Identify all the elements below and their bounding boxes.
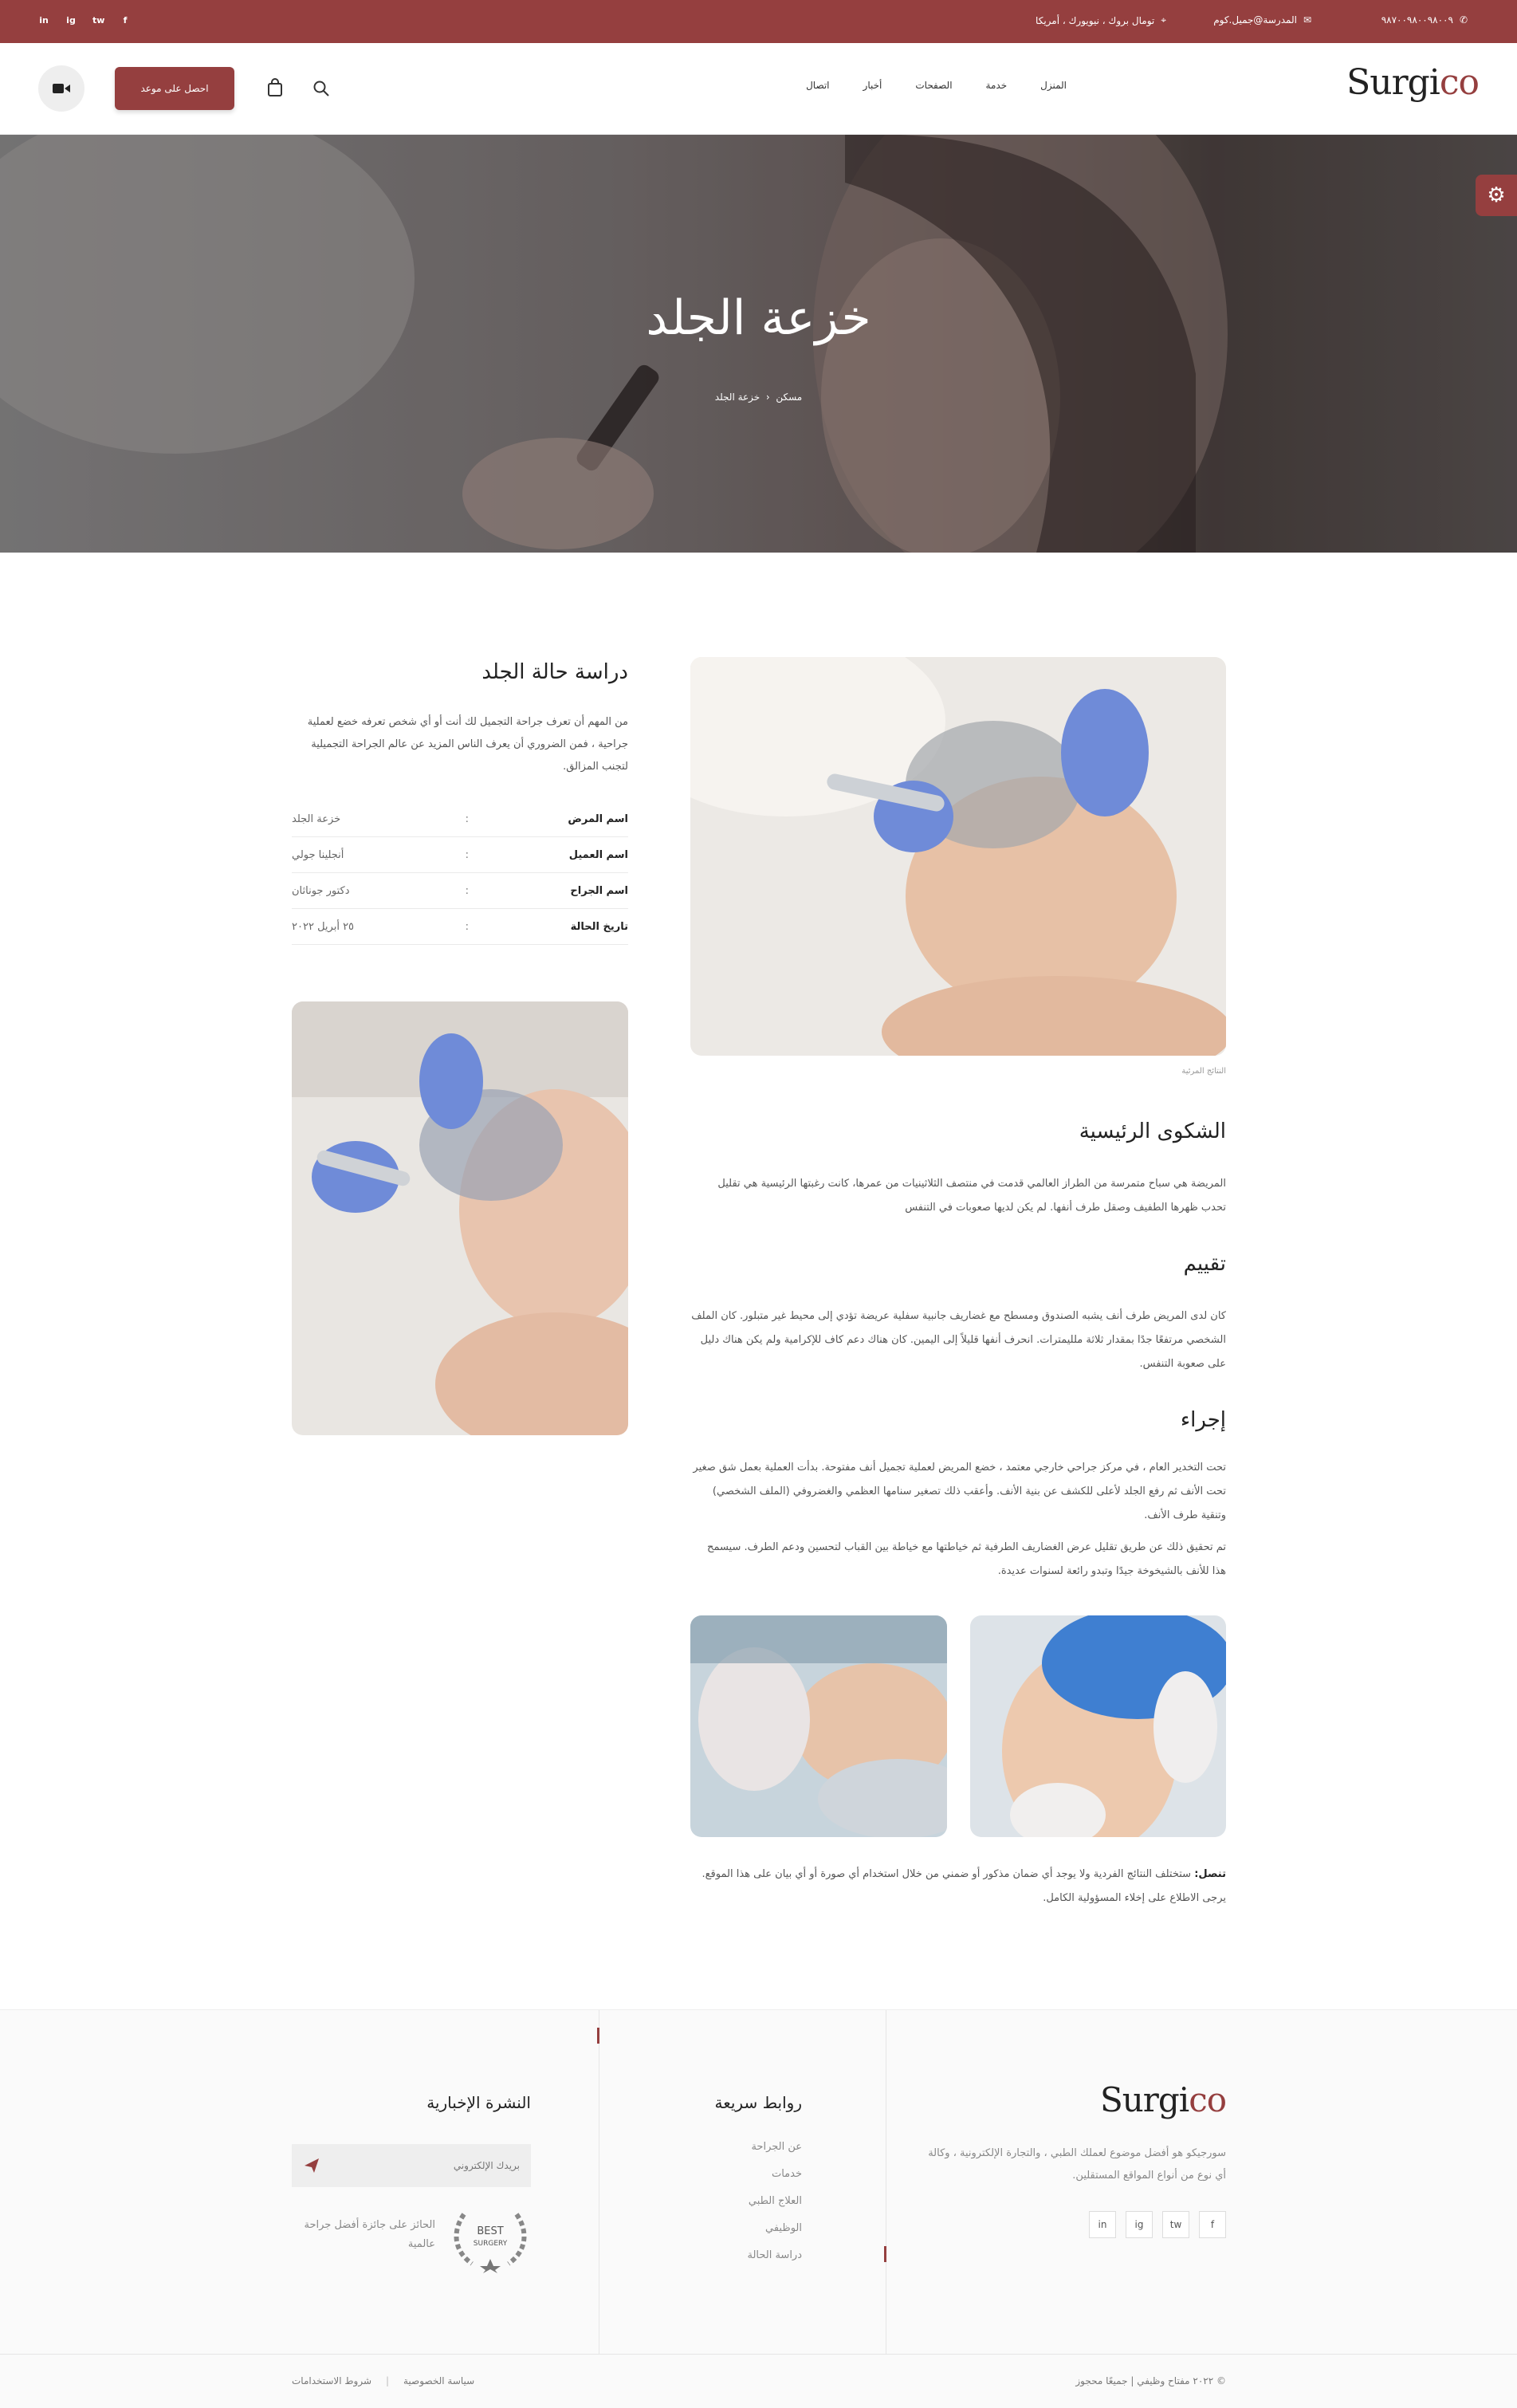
copyright: © ٢٠٢٢ مفتاح وظيفي | جميعًا محجوز [1075, 2375, 1226, 2386]
breadcrumb-current: خزعة الجلد [714, 391, 760, 403]
topbar-email[interactable]: ✉ المدرسة@جميل.كوم [1213, 14, 1311, 26]
topbar-address: ⌖ تومال بروك ، نيويورك ، أمريكا [1036, 14, 1166, 26]
footer-logo[interactable]: Surgico [1100, 2080, 1227, 2119]
footer-links-title: روابط سريعة [714, 2093, 802, 2112]
footer-about: سورجيكو هو أفضل موضوع لعملك الطبي ، والت… [928, 2147, 1226, 2182]
twitter-icon[interactable]: tw [92, 15, 104, 26]
footer-link-careers[interactable]: الوظيفي [765, 2222, 802, 2234]
video-icon [53, 84, 70, 93]
section-text-assessment: كان لدى المريض طرف أنف يشبه الصندوق ومسط… [691, 1310, 1226, 1370]
terms-link[interactable]: شروط الاستخدامات [292, 2375, 371, 2386]
facebook-icon[interactable]: f [1199, 2211, 1226, 2238]
footer-accent-mark [597, 2028, 599, 2044]
hero-banner: خزعة الجلد مسكن ‹ خزعة الجلد ⚙ [0, 135, 1517, 553]
instagram-icon[interactable]: ig [65, 15, 77, 26]
image-caption: النتائج المرئية [1181, 1067, 1226, 1076]
disclaimer-note: تنصل: ستختلف النتائج الفردية ولا يوجد أي… [690, 1863, 1227, 1910]
cart-icon[interactable] [266, 78, 284, 100]
award-badge-title: BEST [477, 2225, 504, 2237]
section-title-complaint: الشكوى الرئيسية [1079, 1119, 1226, 1143]
section-text-procedure: تحت التخدير العام ، في مركز جراحي خارجي … [693, 1462, 1226, 1521]
sidebar-treatment-photo [292, 1001, 628, 1435]
nav-news[interactable]: أخبار [863, 80, 882, 91]
disclaimer-text: ستختلف النتائج الفردية ولا يوجد أي ضمان … [702, 1868, 1227, 1904]
search-icon[interactable] [312, 80, 330, 100]
page-title: خزعة الجلد [646, 290, 871, 346]
get-appointment-button[interactable]: احصل على موعد [115, 67, 234, 110]
settings-tab[interactable]: ⚙ [1476, 175, 1517, 216]
twitter-icon[interactable]: tw [1162, 2211, 1189, 2238]
linkedin-icon[interactable]: in [1089, 2211, 1116, 2238]
separator: | [386, 2375, 390, 2386]
privacy-policy-link[interactable]: سياسة الخصوصية [403, 2375, 474, 2386]
topbar-phone[interactable]: ✆ ٩٨٧٠٠٩٨٠٠٩٨٠٠٩ [1381, 14, 1468, 26]
nav-pages[interactable]: الصفحات [915, 80, 952, 91]
footer-link-treatment[interactable]: العلاج الطبي [749, 2195, 802, 2207]
section-title-procedure: إجراء [1180, 1408, 1226, 1432]
case-study-intro: من المهم أن تعرف جراحة التجميل لك أنت أو… [307, 716, 628, 773]
gear-icon: ⚙ [1487, 183, 1506, 207]
nav-service[interactable]: خدمة [986, 80, 1008, 91]
section-text-procedure-2: تم تحقيق ذلك عن طريق تقليل عرض الغضاريف … [707, 1541, 1226, 1577]
award-text: الحائز على جائزة أفضل جراحة عالمية [304, 2219, 435, 2250]
main-nav: المنزل خدمة الصفحات أخبار اتصال [806, 80, 1067, 91]
video-button[interactable] [38, 65, 84, 112]
site-header: Surgico المنزل خدمة الصفحات أخبار اتصال … [0, 43, 1517, 135]
newsletter-title: النشرة الإخبارية [426, 2093, 531, 2112]
send-icon [305, 2158, 319, 2173]
chevron-left-icon: ‹ [763, 391, 773, 403]
info-row-client: اسم العميل: أنجلينا جولي [292, 838, 628, 873]
site-footer: Surgico سورجيكو هو أفضل موضوع لعملك الطب… [0, 2009, 1517, 2408]
linkedin-icon[interactable]: in [38, 15, 49, 26]
top-bar: ✆ ٩٨٧٠٠٩٨٠٠٩٨٠٠٩ ✉ المدرسة@جميل.كوم ⌖ تو… [0, 0, 1517, 43]
nav-home[interactable]: المنزل [1040, 80, 1067, 91]
footer-bottom-bar: © ٢٠٢٢ مفتاح وظيفي | جميعًا محجوز سياسة … [0, 2354, 1517, 2408]
email-input[interactable] [335, 2144, 526, 2187]
main-treatment-photo [690, 657, 1226, 1056]
section-text-complaint: المريضة هي سباح متمرسة من الطراز العالمي… [717, 1178, 1226, 1214]
award-badge: BEST SURGERY [448, 2206, 533, 2273]
send-button[interactable] [303, 2157, 320, 2178]
location-pin-icon: ⌖ [1161, 14, 1166, 26]
section-title-assessment: تقييم [1183, 1252, 1226, 1276]
footer-link-about[interactable]: عن الجراحة [751, 2141, 802, 2153]
nav-contact[interactable]: اتصال [806, 80, 829, 91]
breadcrumb: مسكن ‹ خزعة الجلد [0, 391, 1517, 403]
gallery-photo-right [970, 1615, 1226, 1837]
footer-link-case-study[interactable]: دراسة الحالة [747, 2249, 802, 2261]
info-row-date: تاريخ الحالة:٢٥ أبريل ٢٠٢٢ [292, 910, 628, 945]
newsletter-form [292, 2144, 531, 2187]
footer-link-services[interactable]: خدمات [772, 2168, 802, 2180]
info-row-surgeon: اسم الجراح: دكتور جوناثان [292, 874, 628, 909]
site-logo[interactable]: Surgico [1346, 62, 1480, 103]
phone-icon: ✆ [1459, 14, 1468, 26]
award-badge-subtitle: SURGERY [473, 2240, 508, 2248]
case-study-title: دراسة حالة الجلد [481, 660, 628, 684]
facebook-icon[interactable]: f [120, 15, 131, 26]
disclaimer-label: تنصل: [1194, 1868, 1226, 1880]
instagram-icon[interactable]: ig [1126, 2211, 1153, 2238]
gallery-photo-left [690, 1615, 947, 1837]
info-row-disease: اسم المرض: خزعة الجلد [292, 802, 628, 837]
mail-icon: ✉ [1303, 14, 1311, 26]
breadcrumb-home[interactable]: مسكن [776, 391, 802, 403]
footer-accent-mark [884, 2246, 886, 2262]
